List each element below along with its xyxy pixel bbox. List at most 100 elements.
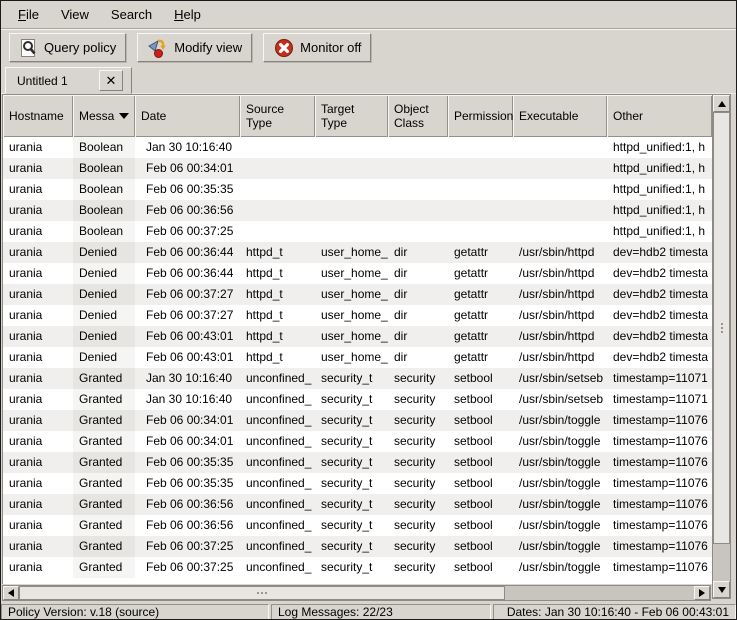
table-row[interactable]: uraniaGrantedFeb 06 00:34:01unconfined_s… [3, 431, 712, 452]
table-cell: Denied [73, 284, 135, 305]
table-cell: user_home_ [315, 263, 388, 284]
table-cell: urania [3, 200, 73, 221]
table-cell: Granted [73, 515, 135, 536]
horizontal-scrollbar[interactable] [2, 585, 711, 601]
table-cell: /usr/sbin/httpd [513, 284, 607, 305]
query-policy-button[interactable]: Query policy [9, 33, 126, 62]
table-row[interactable]: uraniaGrantedFeb 06 00:37:25unconfined_s… [3, 536, 712, 557]
vertical-scrollbar-thumb[interactable] [713, 112, 730, 544]
table-cell: dev=hdb2 timesta [607, 284, 708, 305]
table-body: uraniaBooleanJan 30 10:16:40httpd_unifie… [3, 137, 712, 578]
table-cell: Jan 30 10:16:40 [135, 137, 240, 158]
table-cell: /usr/sbin/httpd [513, 305, 607, 326]
monitor-off-button[interactable]: Monitor off [263, 33, 371, 62]
column-header-target-type[interactable]: TargetType [315, 95, 388, 137]
table-cell: /usr/sbin/httpd [513, 242, 607, 263]
table-cell: Feb 06 00:35:35 [135, 452, 240, 473]
column-header-label: TargetType [321, 102, 354, 130]
scroll-right-button[interactable] [694, 586, 710, 600]
table-cell: user_home_ [315, 347, 388, 368]
table-row[interactable]: uraniaGrantedFeb 06 00:36:56unconfined_s… [3, 515, 712, 536]
table-cell: Feb 06 00:36:56 [135, 494, 240, 515]
column-header-hostname[interactable]: Hostname [3, 95, 73, 137]
table-row[interactable]: uraniaBooleanJan 30 10:16:40httpd_unifie… [3, 137, 712, 158]
column-header-object-class[interactable]: ObjectClass [388, 95, 448, 137]
table-cell: user_home_ [315, 305, 388, 326]
toolbar: Query policy Modify view Monitor off [1, 30, 736, 65]
table-cell: httpd_unified:1, h [607, 179, 705, 200]
tab-untitled-1[interactable]: Untitled 1 ✕ [5, 67, 132, 94]
table-row[interactable]: uraniaDeniedFeb 06 00:37:27httpd_tuser_h… [3, 284, 712, 305]
table-cell: /usr/sbin/setseb [513, 368, 607, 389]
menu-help[interactable]: Help [163, 2, 212, 27]
table-cell: dir [388, 263, 448, 284]
table-cell: dir [388, 326, 448, 347]
column-header-other[interactable]: Other [607, 95, 712, 137]
table-cell: getattr [448, 326, 513, 347]
table-row[interactable]: uraniaGrantedJan 30 10:16:40unconfined_s… [3, 368, 712, 389]
table-cell: security [388, 536, 448, 557]
scroll-up-button[interactable] [713, 95, 730, 112]
scroll-down-button[interactable] [713, 581, 730, 598]
column-header-executable[interactable]: Executable [513, 95, 607, 137]
table-cell: urania [3, 515, 73, 536]
table-row[interactable]: uraniaBooleanFeb 06 00:36:56httpd_unifie… [3, 200, 712, 221]
table-row[interactable]: uraniaDeniedFeb 06 00:36:44httpd_tuser_h… [3, 263, 712, 284]
table-cell: httpd_unified:1, h [607, 137, 705, 158]
table-cell [240, 137, 315, 158]
table-row[interactable]: uraniaDeniedFeb 06 00:36:44httpd_tuser_h… [3, 242, 712, 263]
vertical-scrollbar[interactable] [712, 94, 731, 599]
table-row[interactable]: uraniaGrantedFeb 06 00:35:35unconfined_s… [3, 473, 712, 494]
table-cell: httpd_unified:1, h [607, 200, 705, 221]
tab-label: Untitled 1 [17, 74, 68, 88]
query-policy-icon [19, 38, 39, 58]
column-header-source-type[interactable]: SourceType [240, 95, 315, 137]
scroll-left-button[interactable] [3, 586, 19, 600]
table-cell: security_t [315, 494, 388, 515]
table-cell: Granted [73, 368, 135, 389]
menu-search[interactable]: Search [100, 2, 163, 27]
table-cell: urania [3, 494, 73, 515]
table-row[interactable]: uraniaDeniedFeb 06 00:43:01httpd_tuser_h… [3, 347, 712, 368]
table-cell: Feb 06 00:37:25 [135, 557, 240, 578]
down-arrow-icon [718, 587, 726, 593]
column-header-message[interactable]: Messa [73, 95, 135, 137]
table-row[interactable]: uraniaDeniedFeb 06 00:43:01httpd_tuser_h… [3, 326, 712, 347]
table-row[interactable]: uraniaGrantedFeb 06 00:36:56unconfined_s… [3, 494, 712, 515]
menu-file[interactable]: File [7, 2, 50, 27]
table-cell: timestamp=11076 [607, 452, 708, 473]
table-cell: security [388, 410, 448, 431]
table-cell: Feb 06 00:34:01 [135, 431, 240, 452]
table-cell: /usr/sbin/toggle [513, 431, 607, 452]
table-cell: setbool [448, 389, 513, 410]
table-cell: dev=hdb2 timesta [607, 347, 708, 368]
table-cell: Boolean [73, 221, 135, 242]
horizontal-scrollbar-thumb[interactable] [19, 586, 505, 600]
table-row[interactable]: uraniaDeniedFeb 06 00:37:27httpd_tuser_h… [3, 305, 712, 326]
table-row[interactable]: uraniaGrantedJan 30 10:16:40unconfined_s… [3, 389, 712, 410]
modify-view-button[interactable]: Modify view [137, 33, 252, 62]
table-row[interactable]: uraniaGrantedFeb 06 00:34:01unconfined_s… [3, 410, 712, 431]
table-row[interactable]: uraniaBooleanFeb 06 00:37:25httpd_unifie… [3, 221, 712, 242]
table-cell: setbool [448, 431, 513, 452]
table-cell: dir [388, 305, 448, 326]
monitor-off-icon [273, 37, 295, 59]
table-cell: setbool [448, 536, 513, 557]
table-cell: Denied [73, 305, 135, 326]
column-header-label: Hostname [9, 109, 64, 123]
column-header-label: SourceType [246, 102, 284, 130]
table-cell: Granted [73, 410, 135, 431]
tab-close-button[interactable]: ✕ [99, 70, 123, 91]
table-cell: urania [3, 221, 73, 242]
table-row[interactable]: uraniaGrantedFeb 06 00:35:35unconfined_s… [3, 452, 712, 473]
table-cell: Feb 06 00:34:01 [135, 410, 240, 431]
table-row[interactable]: uraniaGrantedFeb 06 00:37:25unconfined_s… [3, 557, 712, 578]
table-cell: timestamp=11071 [607, 368, 708, 389]
column-header-date[interactable]: Date [135, 95, 240, 137]
table-row[interactable]: uraniaBooleanFeb 06 00:34:01httpd_unifie… [3, 158, 712, 179]
menu-view[interactable]: View [50, 2, 100, 27]
table-cell: user_home_ [315, 326, 388, 347]
table-row[interactable]: uraniaBooleanFeb 06 00:35:35httpd_unifie… [3, 179, 712, 200]
table-cell: setbool [448, 515, 513, 536]
column-header-permission[interactable]: Permission [448, 95, 513, 137]
